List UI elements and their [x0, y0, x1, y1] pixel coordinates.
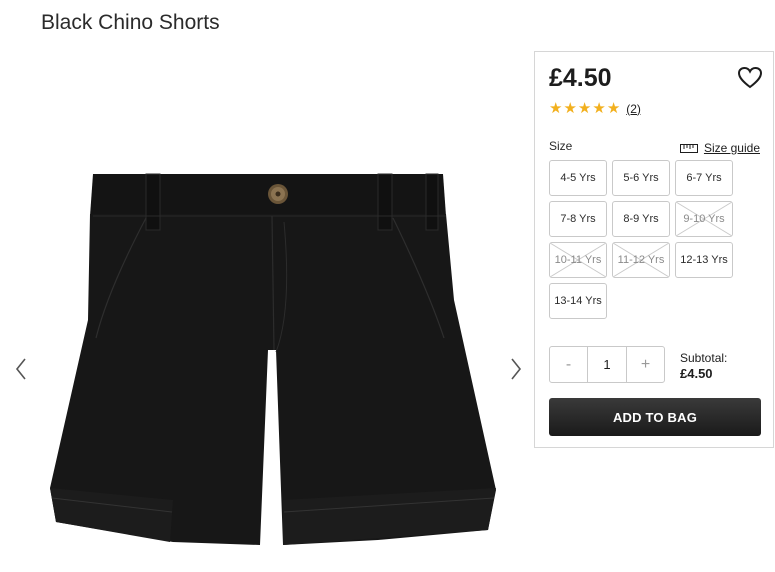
size-option-label: 8-9 Yrs	[623, 213, 659, 225]
star-icon: ★	[577, 100, 592, 117]
size-option[interactable]: 12-13 Yrs	[675, 242, 733, 278]
quantity-input[interactable]	[587, 347, 627, 382]
product-title: Black Chino Shorts	[41, 11, 220, 34]
size-option-label: 6-7 Yrs	[686, 172, 722, 184]
size-option-label: 11-12 Yrs	[617, 254, 665, 266]
product-gallery	[0, 140, 535, 560]
size-option[interactable]: 11-12 Yrs	[612, 242, 670, 278]
quantity-increase-button[interactable]: +	[627, 347, 664, 382]
subtotal-label: Subtotal:	[680, 351, 728, 365]
product-purchase-panel: £4.50 ★ ★ ★ ★ ★ (2) Size Size guide 4-5 …	[534, 51, 774, 448]
size-option[interactable]: 6-7 Yrs	[675, 160, 733, 196]
wishlist-button[interactable]	[737, 66, 763, 90]
size-option[interactable]: 10-11 Yrs	[549, 242, 607, 278]
size-options: 4-5 Yrs 5-6 Yrs 6-7 Yrs 7-8 Yrs 8-9 Yrs 9-10 …	[549, 160, 739, 319]
chevron-left-icon	[15, 358, 26, 380]
product-image	[50, 173, 496, 545]
product-price: £4.50	[549, 64, 612, 92]
subtotal: Subtotal: £4.50	[680, 350, 727, 382]
rating: ★ ★ ★ ★ ★ (2)	[549, 101, 641, 116]
size-option-label: 5-6 Yrs	[623, 172, 659, 184]
star-icon: ★	[549, 100, 563, 117]
size-option[interactable]: 5-6 Yrs	[612, 160, 670, 196]
size-option[interactable]: 13-14 Yrs	[549, 283, 607, 319]
star-icon: ★	[563, 100, 577, 117]
size-guide-link[interactable]: Size guide	[679, 141, 760, 155]
heart-icon	[737, 66, 763, 89]
size-guide-label: Size guide	[703, 141, 760, 155]
size-option[interactable]: 9-10 Yrs	[675, 201, 733, 237]
star-icon: ★	[606, 100, 621, 117]
add-to-bag-button[interactable]: ADD TO BAG	[549, 398, 761, 436]
size-option-label: 12-13 Yrs	[680, 254, 728, 266]
size-option[interactable]: 4-5 Yrs	[549, 160, 607, 196]
size-option-label: 7-8 Yrs	[560, 213, 596, 225]
review-count-link[interactable]: (2)	[626, 102, 641, 116]
size-label: Size	[549, 139, 573, 153]
size-option[interactable]: 7-8 Yrs	[549, 201, 607, 237]
quantity-decrease-button[interactable]: -	[550, 347, 587, 382]
size-option-label: 10-11 Yrs	[554, 254, 602, 266]
gallery-prev-button[interactable]	[9, 354, 33, 384]
star-icon: ★	[592, 100, 606, 117]
size-option-label: 13-14 Yrs	[554, 295, 602, 307]
quantity-stepper: - +	[549, 346, 665, 383]
chevron-right-icon	[511, 358, 522, 380]
size-option-label: 4-5 Yrs	[560, 172, 596, 184]
ruler-icon	[679, 143, 698, 153]
size-option[interactable]: 8-9 Yrs	[612, 201, 670, 237]
subtotal-value: £4.50	[680, 366, 713, 381]
gallery-next-button[interactable]	[504, 354, 528, 384]
size-option-label: 9-10 Yrs	[683, 213, 725, 225]
